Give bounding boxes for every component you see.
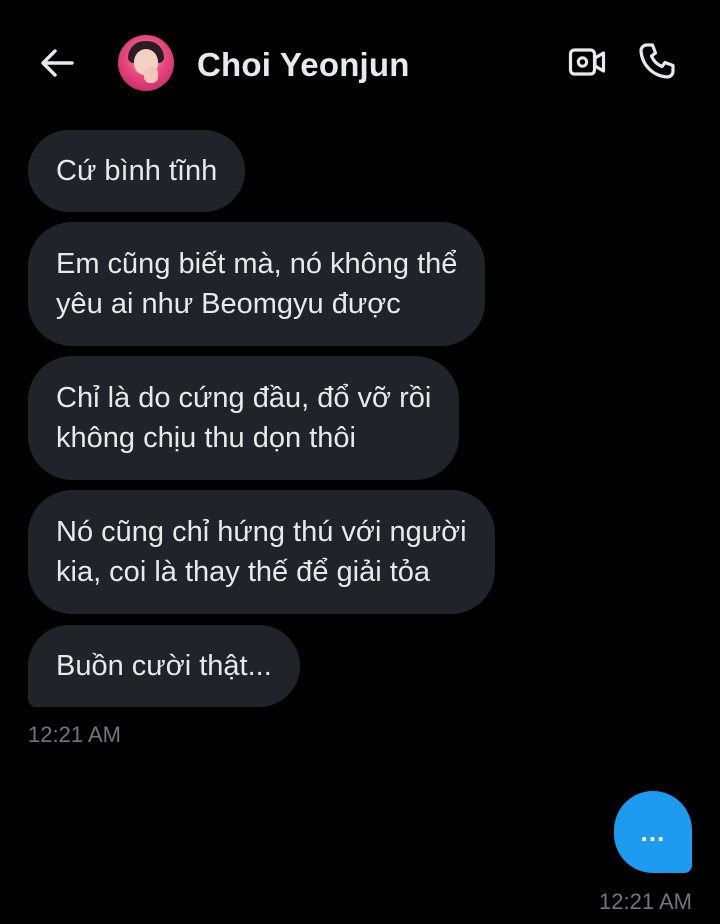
video-call-icon — [568, 48, 606, 76]
conversation-header: Choi Yeonjun — [0, 0, 720, 124]
message-bubble[interactable]: Chỉ là do cứng đầu, đổ vỡ rồi không chịu… — [28, 356, 460, 480]
message-text: Chỉ là do cứng đầu, đổ vỡ rồi không chịu… — [56, 382, 432, 454]
message-bubble[interactable]: Nó cũng chỉ hứng thú với người kia, coi … — [28, 490, 495, 614]
message-text: Cứ bình tĩnh — [56, 155, 218, 187]
outgoing-typing-bubble[interactable]: ... — [614, 791, 692, 873]
contact-name[interactable]: Choi Yeonjun — [197, 46, 410, 84]
arrow-left-icon — [41, 49, 74, 77]
outgoing-timestamp: 12:21 AM — [599, 889, 692, 914]
message-bubble[interactable]: Buồn cười thật... — [28, 625, 300, 707]
back-button[interactable] — [36, 42, 78, 84]
message-bubble[interactable]: Em cũng biết mà, nó không thể yêu ai như… — [28, 222, 486, 346]
message-text: Buồn cười thật... — [56, 650, 272, 682]
dm-conversation-screen: Choi Yeonjun Cứ bình tĩnh Em cũng biết m… — [0, 0, 720, 924]
message-text: Nó cũng chỉ hứng thú với người kia, coi … — [56, 516, 467, 588]
phone-call-button[interactable] — [636, 40, 678, 82]
incoming-timestamp: 12:21 AM — [28, 722, 121, 747]
message-bubble[interactable]: Cứ bình tĩnh — [28, 130, 246, 212]
typing-indicator: ... — [640, 816, 666, 847]
video-call-button[interactable] — [566, 42, 608, 82]
message-text: Em cũng biết mà, nó không thể yêu ai như… — [56, 248, 458, 320]
phone-call-icon — [639, 43, 675, 79]
avatar[interactable] — [118, 35, 174, 91]
